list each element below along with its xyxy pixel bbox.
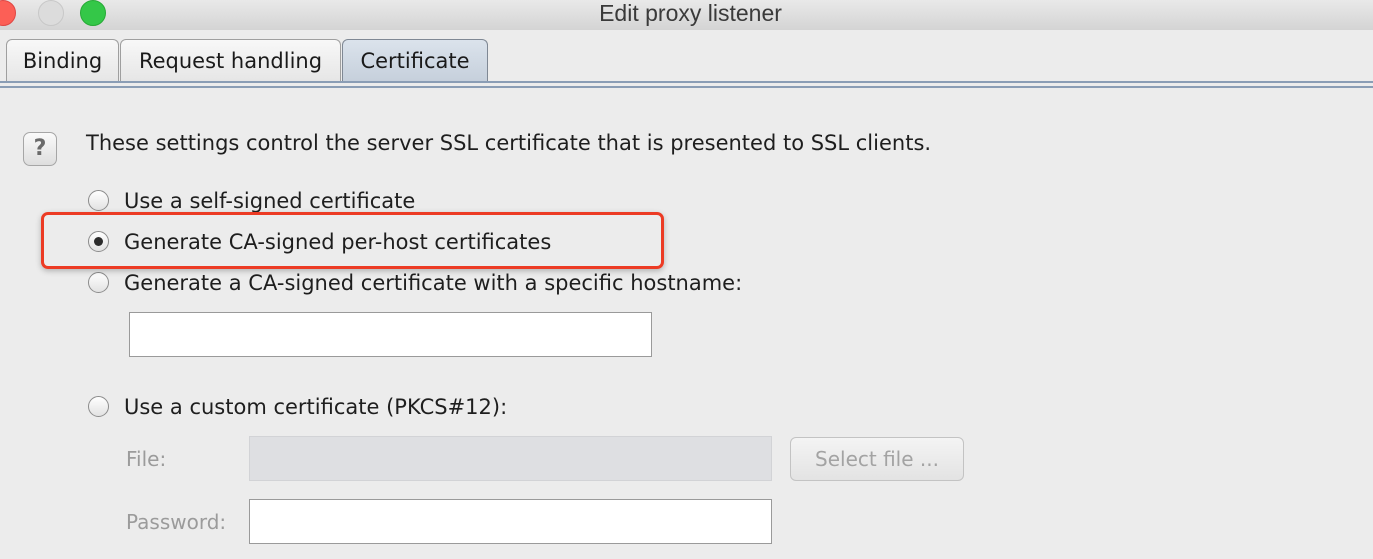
radio-button[interactable] <box>88 396 109 417</box>
password-input[interactable] <box>249 499 772 544</box>
hostname-input[interactable] <box>129 312 652 357</box>
tab-divider <box>0 86 1373 88</box>
help-icon[interactable]: ? <box>23 132 57 166</box>
tab-bar: Binding Request handling Certificate <box>0 30 1373 94</box>
option-label: Use a custom certificate (PKCS#12): <box>124 395 508 419</box>
password-label: Password: <box>126 510 227 534</box>
tab-divider <box>0 81 1373 83</box>
window-title: Edit proxy listener <box>599 0 782 26</box>
tab-binding[interactable]: Binding <box>6 39 119 81</box>
radio-button[interactable] <box>88 190 109 211</box>
option-label: Generate a CA-signed certificate with a … <box>124 271 743 295</box>
title-bar: Edit proxy listener <box>0 0 1373 31</box>
highlight-annotation <box>41 212 664 269</box>
select-file-button: Select file ... <box>790 437 964 481</box>
tab-certificate[interactable]: Certificate <box>342 39 488 83</box>
tab-request-handling[interactable]: Request handling <box>120 39 341 81</box>
file-path-input <box>249 436 772 481</box>
certificate-description: These settings control the server SSL ce… <box>86 131 932 155</box>
file-label: File: <box>126 447 167 471</box>
radio-button[interactable] <box>88 272 109 293</box>
